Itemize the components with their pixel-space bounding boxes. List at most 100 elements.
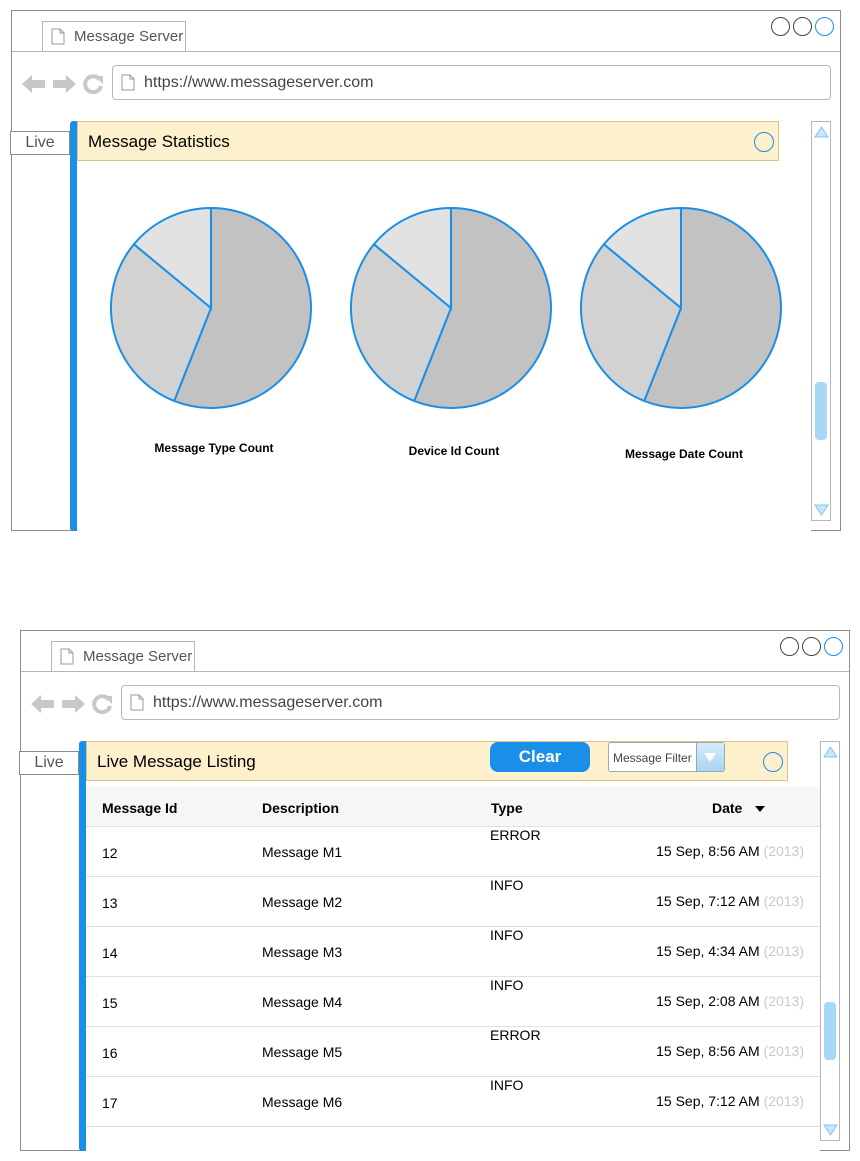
panel-accent-bar (70, 121, 77, 531)
cell-type: INFO (490, 1077, 524, 1093)
cell-date: 15 Sep, 8:56 AM (2013) (656, 1043, 804, 1059)
maximize-button[interactable] (793, 17, 812, 36)
chart-caption: Message Type Count (154, 441, 274, 455)
cell-message-id: 15 (102, 995, 118, 1011)
reload-icon[interactable] (82, 73, 104, 95)
arrow-left-icon[interactable] (31, 693, 55, 715)
date-text: 15 Sep, 8:56 AM (656, 1043, 760, 1059)
side-tab-live[interactable]: Live (19, 751, 79, 775)
panel-accent-bar (79, 741, 86, 1151)
scroll-up-icon[interactable] (814, 124, 829, 140)
cell-date: 15 Sep, 2:08 AM (2013) (656, 993, 804, 1009)
arrow-right-icon[interactable] (61, 693, 85, 715)
cell-description: Message M1 (262, 844, 343, 860)
cell-message-id: 17 (102, 1095, 118, 1111)
scroll-thumb[interactable] (815, 382, 827, 440)
page-icon (51, 28, 65, 45)
column-header-description[interactable]: Description (262, 800, 339, 816)
page-icon (60, 648, 74, 665)
scroll-up-icon[interactable] (823, 744, 838, 760)
panel-title: Live Message Listing (97, 752, 256, 771)
cell-date: 15 Sep, 7:12 AM (2013) (656, 893, 804, 909)
cell-description: Message M6 (262, 1094, 343, 1110)
chart-caption: Device Id Count (408, 444, 500, 458)
date-text: 15 Sep, 7:12 AM (656, 1093, 760, 1109)
cell-description: Message M4 (262, 994, 343, 1010)
panel-title: Message Statistics (88, 132, 230, 151)
window-controls (768, 17, 834, 37)
table-row[interactable]: 15 Message M4 INFO 15 Sep, 2:08 AM (2013) (86, 977, 820, 1027)
table-row[interactable]: 13 Message M2 INFO 15 Sep, 7:12 AM (2013) (86, 877, 820, 927)
pie-chart-message-date: Message Date Count (579, 206, 789, 466)
browser-window-listing: Message Server https://www.messageserver… (19, 630, 850, 1151)
vertical-scrollbar[interactable] (820, 741, 840, 1141)
panel-menu-button[interactable] (763, 752, 783, 772)
cell-type: INFO (490, 927, 524, 943)
cell-date: 15 Sep, 7:12 AM (2013) (656, 1093, 804, 1109)
cell-type: ERROR (490, 827, 541, 843)
scroll-down-icon[interactable] (823, 1122, 838, 1138)
date-year: (2013) (763, 1093, 804, 1109)
browser-tab-title: Message Server (83, 648, 193, 665)
tab-strip: Message Server (21, 631, 849, 672)
scroll-thumb[interactable] (824, 1002, 836, 1060)
close-button[interactable] (815, 17, 834, 36)
date-year: (2013) (763, 993, 804, 1009)
column-header-message-id[interactable]: Message Id (102, 800, 177, 816)
reload-icon[interactable] (91, 693, 113, 715)
table-row[interactable]: 14 Message M3 INFO 15 Sep, 4:34 AM (2013) (86, 927, 820, 977)
maximize-button[interactable] (802, 637, 821, 656)
date-text: 15 Sep, 7:12 AM (656, 893, 760, 909)
message-filter-select[interactable]: Message Filter (608, 742, 725, 772)
date-text: 15 Sep, 4:34 AM (656, 943, 760, 959)
column-header-type[interactable]: Type (491, 800, 523, 816)
side-tab-live[interactable]: Live (10, 131, 70, 155)
tab-strip: Message Server (12, 11, 840, 52)
minimize-button[interactable] (780, 637, 799, 656)
cell-date: 15 Sep, 4:34 AM (2013) (656, 943, 804, 959)
url-text: https://www.messageserver.com (153, 694, 383, 711)
table-row[interactable]: 16 Message M5 ERROR 15 Sep, 8:56 AM (2013) (86, 1027, 820, 1077)
minimize-button[interactable] (771, 17, 790, 36)
dropdown-button[interactable] (696, 743, 724, 771)
cell-description: Message M5 (262, 1044, 343, 1060)
page-icon (121, 74, 135, 91)
caret-down-icon[interactable] (754, 804, 766, 814)
window-controls (777, 637, 843, 657)
pie-svg (580, 206, 782, 409)
scroll-down-icon[interactable] (814, 502, 829, 518)
arrow-right-icon[interactable] (52, 73, 76, 95)
listing-panel: Live Message Listing Clear Message Filte… (86, 741, 820, 1151)
column-header-date[interactable]: Date (712, 800, 742, 816)
chart-caption: Message Date Count (624, 447, 744, 461)
triangle-down-icon (704, 753, 716, 762)
date-year: (2013) (763, 893, 804, 909)
cell-message-id: 16 (102, 1045, 118, 1061)
panel-menu-button[interactable] (754, 132, 774, 152)
cell-type: ERROR (490, 1027, 541, 1043)
clear-button[interactable]: Clear (490, 742, 590, 772)
page-icon (130, 694, 144, 711)
filter-selected-value: Message Filter (613, 751, 692, 765)
statistics-panel: Message Statistics Message Type Count De… (77, 121, 811, 531)
address-bar[interactable]: https://www.messageserver.com (121, 685, 840, 720)
table-row[interactable]: 17 Message M6 INFO 15 Sep, 7:12 AM (2013) (86, 1077, 820, 1127)
cell-date: 15 Sep, 8:56 AM (2013) (656, 843, 804, 859)
table-header: Message Id Description Type Date (86, 787, 820, 827)
date-year: (2013) (763, 943, 804, 959)
browser-tab[interactable]: Message Server (42, 21, 186, 51)
browser-tab[interactable]: Message Server (51, 641, 195, 671)
panel-header: Live Message Listing Clear Message Filte… (86, 741, 788, 781)
pie-svg (350, 206, 552, 409)
table-row[interactable]: 12 Message M1 ERROR 15 Sep, 8:56 AM (2013) (86, 827, 820, 877)
close-button[interactable] (824, 637, 843, 656)
date-year: (2013) (763, 1043, 804, 1059)
url-text: https://www.messageserver.com (144, 74, 374, 91)
cell-description: Message M2 (262, 894, 343, 910)
cell-message-id: 14 (102, 945, 118, 961)
arrow-left-icon[interactable] (22, 73, 46, 95)
address-bar[interactable]: https://www.messageserver.com (112, 65, 831, 100)
vertical-scrollbar[interactable] (811, 121, 831, 521)
pie-svg (110, 206, 312, 409)
cell-description: Message M3 (262, 944, 343, 960)
